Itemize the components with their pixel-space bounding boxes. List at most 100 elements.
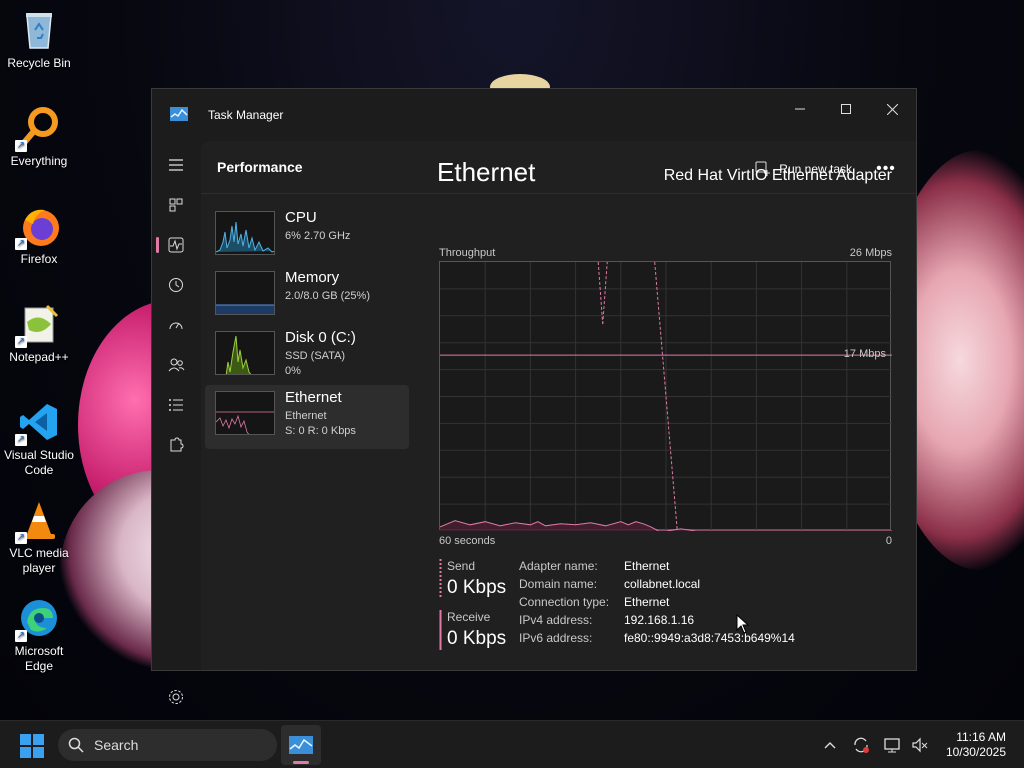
performance-icon [168,237,184,253]
stat-value: 192.168.1.16 [624,613,695,627]
device-detail: 0% [285,365,301,377]
desktop-icon-notepadpp[interactable]: ↗ Notepad++ [0,302,78,365]
windows-logo-icon [33,747,44,758]
vlc-cone-icon: ↗ [15,498,61,544]
nav-performance[interactable] [160,229,192,261]
device-detail: Ethernet [285,410,327,422]
header-divider [201,193,916,194]
device-name: CPU [285,209,317,226]
nav-processes[interactable] [160,189,192,221]
device-name: Disk 0 (C:) [285,329,356,346]
startup-gauge-icon [169,322,183,330]
device-name: Ethernet [285,389,342,406]
gear-icon [169,690,183,704]
task-manager-window: Task Manager Performance Run new task ••… [151,88,917,704]
tray-volume-button[interactable] [910,735,930,755]
history-icon [169,278,183,292]
desktop-icon-recycle-bin[interactable]: Recycle Bin [0,8,78,71]
hamburger-menu-button[interactable] [160,149,192,181]
nav-details[interactable] [160,389,192,421]
desktop-icon-vscode[interactable]: ↗ Visual Studio Code [0,400,78,478]
throughput-label: Throughput [439,247,496,259]
network-monitor-icon [884,738,900,753]
active-nav-indicator [156,237,159,253]
desktop-icon-vlc[interactable]: ↗ VLC media player [0,498,78,576]
minimize-button[interactable] [780,95,820,123]
windows-logo-icon [33,734,44,745]
stat-value: fe80::9949:a3d8:7453:b649%14 [624,631,795,645]
receive-indicator [439,610,442,650]
details-list-icon [169,399,183,411]
nav-settings[interactable] [160,681,192,713]
stat-key: IPv6 address: [519,631,593,645]
disk-mini-graph [215,331,275,375]
users-icon [168,358,185,372]
throughput-chart [439,261,892,532]
speaker-muted-icon [912,737,928,753]
maximize-icon [841,104,851,114]
main-panel: Performance Run new task ••• CPU 6% 2.70… [201,141,916,670]
minimize-icon [795,108,805,110]
task-manager-taskbar-icon [289,736,313,754]
nav-startup-apps[interactable] [160,309,192,341]
send-indicator [439,559,442,599]
search-placeholder: Search [94,737,139,753]
device-item-memory[interactable]: Memory 2.0/8.0 GB (25%) [205,265,409,329]
desktop-icon-label: VLC media player [9,546,69,575]
device-item-ethernet[interactable]: Ethernet Ethernet S: 0 R: 0 Kbps [205,385,409,449]
clock-date: 10/30/2025 [945,745,1006,759]
title-bar[interactable]: Task Manager [152,89,916,141]
everything-search-icon: ↗ [15,106,61,152]
tray-network-button[interactable] [882,735,902,755]
taskbar-clock[interactable]: 11:16 AM 10/30/2025 [946,730,1006,760]
device-name: Memory [285,269,340,286]
firefox-icon: ↗ [15,204,61,250]
ethernet-mini-graph [215,391,275,435]
mouse-pointer-icon [736,614,750,634]
page-title: Performance [217,159,303,175]
services-puzzle-icon [170,437,184,452]
recycle-bin-icon [17,8,61,52]
shortcut-arrow-icon: ↗ [15,336,27,348]
stat-key: Adapter name: [519,559,598,573]
desktop-icon-label: Everything [10,154,68,168]
memory-mini-graph [215,271,275,315]
cpu-mini-graph [215,211,275,255]
device-item-disk[interactable]: Disk 0 (C:) SSD (SATA) 0% [205,325,409,389]
device-detail: SSD (SATA) [285,350,346,362]
nav-users[interactable] [160,349,192,381]
windows-logo-icon [20,747,31,758]
desktop-icon-label: Recycle Bin [7,56,71,70]
window-title: Task Manager [208,108,284,122]
desktop-icon-label: Firefox [20,252,58,266]
close-button[interactable] [872,95,912,123]
adapter-name-heading: Red Hat VirtIO Ethernet Adapter [663,167,892,184]
graph-max-label: 26 Mbps [849,247,892,259]
start-button[interactable] [20,734,44,758]
desktop-icon-everything[interactable]: ↗ Everything [0,106,78,169]
nav-services[interactable] [160,429,192,461]
device-detail: 6% 2.70 GHz [285,230,351,242]
show-hidden-icons-button[interactable] [820,735,840,755]
time-axis-right-label: 0 [885,535,892,547]
desktop-icon-label: Microsoft Edge [14,644,64,673]
stat-value: Ethernet [624,559,670,573]
maximize-button[interactable] [826,95,866,123]
throughput-graph: 17 Mbps [439,261,892,532]
stat-key: Domain name: [519,577,598,591]
notepadpp-icon: ↗ [15,302,61,348]
chevron-up-icon [824,742,836,749]
search-icon [68,737,84,753]
taskbar-search-box[interactable]: Search [58,729,277,761]
nav-app-history[interactable] [160,269,192,301]
stat-key: IPv4 address: [519,613,593,627]
desktop-icon-firefox[interactable]: ↗ Firefox [0,204,78,267]
shortcut-arrow-icon: ↗ [15,434,27,446]
edge-icon: ↗ [15,596,61,642]
device-item-cpu[interactable]: CPU 6% 2.70 GHz [205,205,409,269]
desktop-icon-edge[interactable]: ↗ Microsoft Edge [0,596,78,674]
receive-label: Receive [447,610,491,624]
tray-update-button[interactable] [851,735,871,755]
series-spike [602,261,608,325]
taskbar-task-manager-button[interactable] [281,725,321,765]
